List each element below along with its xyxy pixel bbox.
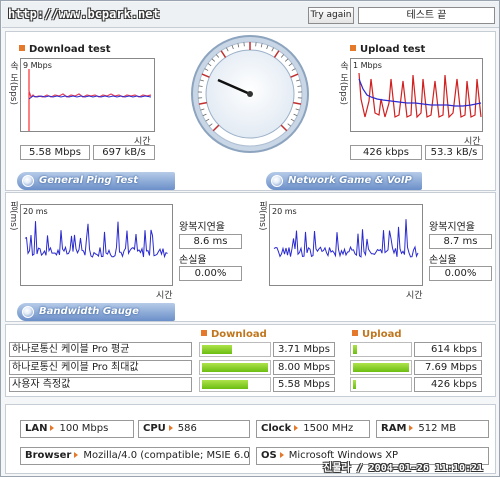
upload-value: 614 kbps: [414, 342, 482, 357]
ping-right-latency: 8.7 ms: [429, 234, 492, 249]
download-graph: [28, 69, 152, 131]
speed-gauge: [191, 35, 309, 153]
upload-line-blue: [358, 78, 482, 107]
site-watermark: http://www.bcpark.net: [8, 7, 160, 21]
download-chart: 9 Mbps: [20, 58, 155, 132]
arrow-icon: [74, 452, 79, 458]
ping-left-ylabel: 핑(ms): [8, 201, 18, 231]
download-speed: 5.58 Mbps: [20, 145, 90, 160]
speed-test-window: http://www.bcpark.net Try again 테스트 끝 Do…: [0, 0, 500, 477]
general-ping-test-button[interactable]: General Ping Test: [17, 172, 175, 190]
signature-stamp: 진물라 / 2004-01-26 11:10:21: [323, 463, 484, 474]
results-upload-head: Upload: [352, 329, 401, 340]
download-bar-fill: [202, 380, 248, 389]
upload-speed: 426 kbps: [350, 145, 422, 160]
download-ylabel: 속 도(bps): [8, 61, 18, 105]
download-bar: [199, 377, 271, 392]
gauge-icon: [22, 306, 34, 318]
ping-left-loss-label: 손실율: [179, 255, 207, 266]
ping-left-latency: 8.6 ms: [179, 234, 242, 249]
arrow-icon: [279, 452, 284, 458]
upload-chart: 1 Mbps: [350, 58, 483, 132]
upload-bar: [350, 360, 412, 375]
ping-line: [24, 221, 168, 259]
ping-right-loss: 0.00%: [429, 266, 492, 281]
upload-bar-fill: [353, 345, 357, 354]
arrow-icon: [409, 425, 414, 431]
ping-right-loss-label: 손실율: [429, 255, 457, 266]
arrow-icon: [294, 425, 299, 431]
arrow-icon: [168, 425, 173, 431]
ram-info: RAM 512 MB: [376, 420, 489, 438]
upload-title: Upload test: [350, 44, 425, 55]
clock-info: Clock 1500 MHz: [256, 420, 370, 438]
upload-line-red: [358, 72, 482, 119]
ping-right-latency-label: 왕복지연율: [429, 222, 475, 233]
download-rate: 697 kB/s: [93, 145, 155, 160]
download-value: 5.58 Mbps: [273, 377, 335, 392]
download-bar-fill: [202, 345, 232, 354]
lan-info: LAN 100 Mbps: [20, 420, 134, 438]
top-bar: http://www.bcpark.net Try again 테스트 끝: [2, 2, 499, 28]
ping-right-graph: [273, 219, 419, 258]
result-row-label: 하나로통신 케이블 Pro 평균: [9, 342, 192, 357]
result-row-label: 사용자 측정값: [9, 377, 192, 392]
result-row-label: 하나로통신 케이블 Pro 최대값: [9, 360, 192, 375]
upload-bar-fill: [353, 363, 409, 372]
ping-icon: [22, 175, 34, 187]
ping-right-xlabel: 시간: [406, 291, 423, 301]
ping-left-xlabel: 시간: [156, 291, 173, 301]
download-bar-fill: [202, 363, 268, 372]
results-download-head: Download: [201, 329, 267, 340]
download-title: Download test: [19, 44, 111, 55]
ping-left-chart: 20 ms: [20, 204, 173, 286]
ping-left-graph: [24, 221, 168, 259]
ping-right-ylabel: 핑(ms): [257, 201, 267, 231]
download-bar: [199, 342, 271, 357]
network-game-voip-button[interactable]: Network Game & VoIP Test: [266, 172, 422, 204]
upload-bar: [350, 342, 412, 357]
upload-rate: 53.3 kB/s: [425, 145, 483, 160]
download-value: 3.71 Mbps: [273, 342, 335, 357]
ping-left-loss: 0.00%: [179, 266, 242, 281]
ping-line: [273, 219, 419, 258]
browser-info: Browser Mozilla/4.0 (compatible; MSIE 6.0: [20, 447, 250, 465]
download-value: 8.00 Mbps: [273, 360, 335, 375]
upload-bar: [350, 377, 412, 392]
ping-left-latency-label: 왕복지연율: [179, 222, 225, 233]
try-again-button[interactable]: Try again: [308, 7, 354, 24]
ping-right-chart: 20 ms: [269, 204, 423, 286]
network-icon: [271, 175, 283, 187]
download-bar: [199, 360, 271, 375]
upload-ylabel: 속 도(bps): [338, 61, 348, 105]
upload-value: 426 kbps: [414, 377, 482, 392]
upload-graph: [358, 72, 482, 119]
upload-value: 7.69 Mbps: [414, 360, 482, 375]
arrow-icon: [50, 425, 55, 431]
upload-bar-fill: [353, 380, 356, 389]
test-status: 테스트 끝: [358, 7, 495, 24]
bandwidth-gauge-button[interactable]: Bandwidth Gauge: [17, 303, 175, 321]
download-line-blue: [28, 95, 152, 100]
cpu-info: CPU 586: [138, 420, 250, 438]
